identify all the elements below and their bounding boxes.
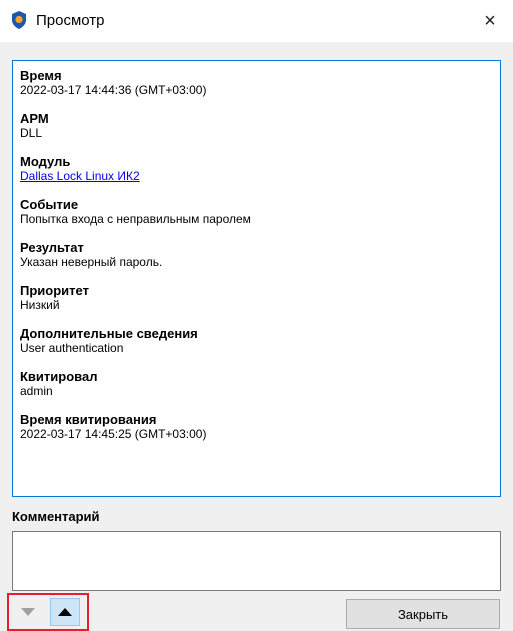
- field-acknowledged-time: Время квитирования 2022-03-17 14:45:25 (…: [20, 412, 493, 442]
- field-label: Время квитирования: [20, 412, 157, 427]
- window-title: Просмотр: [36, 12, 105, 29]
- field-priority: Приоритет Низкий: [20, 283, 493, 313]
- field-value: User authentication: [20, 341, 124, 355]
- field-event: Событие Попытка входа с неправильным пар…: [20, 197, 493, 227]
- field-label: Событие: [20, 197, 79, 212]
- field-label: Модуль: [20, 154, 71, 169]
- field-result: Результат Указан неверный пароль.: [20, 240, 493, 270]
- field-value: 2022-03-17 14:44:36 (GMT+03:00): [20, 83, 207, 97]
- field-workstation: АРМ DLL: [20, 111, 493, 141]
- field-label: АРМ: [20, 111, 49, 126]
- field-label: Дополнительные сведения: [20, 326, 198, 341]
- field-value: Низкий: [20, 298, 60, 312]
- close-button[interactable]: Закрыть: [346, 599, 500, 629]
- previous-record-button[interactable]: [15, 599, 41, 625]
- field-additional-info: Дополнительные сведения User authenticat…: [20, 326, 493, 356]
- field-value: Попытка входа с неправильным паролем: [20, 212, 251, 226]
- triangle-down-icon: [21, 605, 35, 619]
- field-value: admin: [20, 384, 53, 398]
- shield-icon: [11, 11, 27, 29]
- field-time: Время 2022-03-17 14:44:36 (GMT+03:00): [20, 68, 493, 98]
- field-label: Приоритет: [20, 283, 89, 298]
- title-bar: Просмотр ×: [0, 0, 513, 42]
- triangle-up-icon: [58, 605, 72, 619]
- field-label: Время: [20, 68, 62, 83]
- field-label: Квитировал: [20, 369, 98, 384]
- event-details-panel: Время 2022-03-17 14:44:36 (GMT+03:00) АР…: [12, 60, 501, 497]
- field-module: Модуль Dallas Lock Linux ИК2: [20, 154, 493, 184]
- field-label: Результат: [20, 240, 84, 255]
- field-acknowledged-by: Квитировал admin: [20, 369, 493, 399]
- comment-input[interactable]: [12, 531, 501, 591]
- module-link[interactable]: Dallas Lock Linux ИК2: [20, 169, 493, 184]
- comment-label: Комментарий: [12, 509, 100, 524]
- field-value: Указан неверный пароль.: [20, 255, 163, 269]
- field-value: DLL: [20, 126, 43, 140]
- field-value: 2022-03-17 14:45:25 (GMT+03:00): [20, 427, 207, 441]
- close-icon[interactable]: ×: [467, 0, 513, 42]
- next-record-button[interactable]: [50, 598, 80, 626]
